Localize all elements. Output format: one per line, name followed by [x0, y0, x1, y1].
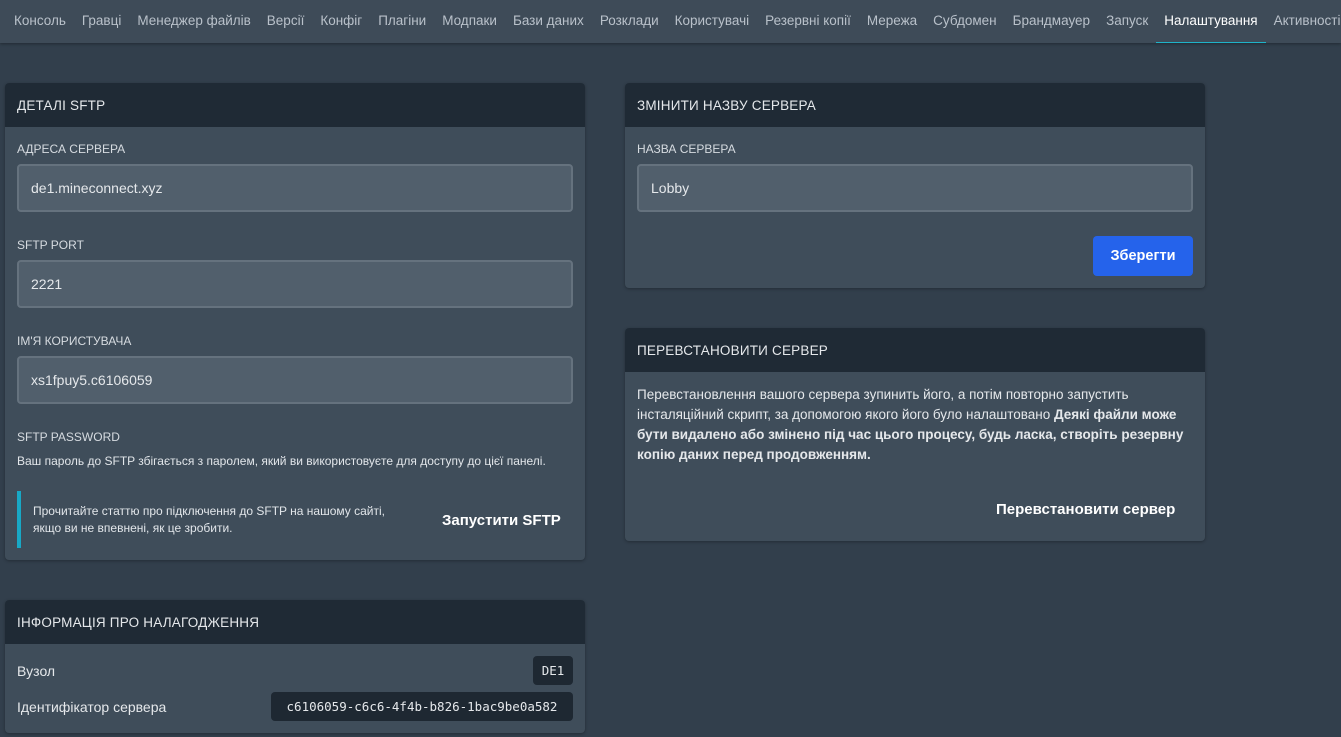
tab-8[interactable]: Розклади	[592, 0, 667, 43]
server-name-label: НАЗВА СЕРВЕРА	[637, 142, 736, 156]
server-address-field[interactable]: de1.mineconnect.xyz	[17, 164, 573, 212]
tab-1[interactable]: Гравці	[74, 0, 129, 43]
tab-12[interactable]: Субдомен	[925, 0, 1004, 43]
tab-13[interactable]: Брандмауер	[1005, 0, 1098, 43]
username-field[interactable]: xs1fpuy5.c6106059	[17, 356, 573, 404]
rename-card-title: ЗМІНИТИ НАЗВУ СЕРВЕРА	[625, 83, 1205, 127]
username-label: ІМ'Я КОРИСТУВАЧА	[17, 334, 132, 348]
top-navigation: Консоль Гравці Менеджер файлів Версії Конфіг…	[0, 0, 1341, 43]
tab-0[interactable]: Консоль	[0, 0, 74, 43]
sftp-callout-text: Прочитайте статтю про підключення до SFT…	[33, 503, 385, 535]
debug-card-title: ІНФОРМАЦІЯ ПРО НАЛАГОДЖЕННЯ	[5, 600, 585, 644]
server-name-value: Lobby	[651, 180, 690, 196]
server-name-input[interactable]: Lobby	[637, 164, 1193, 212]
rename-server-card: ЗМІНИТИ НАЗВУ СЕРВЕРА НАЗВА СЕРВЕРА Lobb…	[625, 83, 1205, 288]
tab-11[interactable]: Мережа	[859, 0, 925, 43]
sftp-card-title: ДЕТАЛІ SFTP	[5, 83, 585, 127]
save-button[interactable]: Зберегти	[1093, 236, 1193, 276]
tab-3[interactable]: Версії	[259, 0, 313, 43]
sftp-info-callout: Прочитайте статтю про підключення до SFT…	[17, 491, 397, 548]
tab-6[interactable]: Модпаки	[434, 0, 505, 43]
debug-info-card: ІНФОРМАЦІЯ ПРО НАЛАГОДЖЕННЯ Вузол DE1 Ід…	[5, 600, 585, 733]
username-value: xs1fpuy5.c6106059	[31, 372, 153, 388]
reinstall-server-card: ПЕРЕВСТАНОВИТИ СЕРВЕР Перевстановлення в…	[625, 328, 1205, 541]
node-badge: DE1	[533, 656, 573, 685]
reinstall-server-button[interactable]: Перевстановити сервер	[996, 501, 1175, 518]
server-address-label: АДРЕСА СЕРВЕРА	[17, 142, 126, 156]
tab-15[interactable]: Налаштування	[1156, 1, 1266, 43]
reinstall-warning-text: Перевстановлення вашого сервера зупинить…	[637, 385, 1189, 465]
reinstall-card-title: ПЕРЕВСТАНОВИТИ СЕРВЕР	[625, 328, 1205, 372]
tab-14[interactable]: Запуск	[1098, 0, 1156, 43]
tab-4[interactable]: Конфіг	[312, 0, 370, 43]
tab-9[interactable]: Користувачі	[667, 0, 758, 43]
launch-sftp-button[interactable]: Запустити SFTP	[442, 512, 561, 529]
sftp-password-label: SFTP PASSWORD	[17, 430, 120, 444]
sftp-password-help: Ваш пароль до SFTP збігається з паролем,…	[17, 454, 546, 468]
sftp-port-value: 2221	[31, 276, 63, 292]
server-id-label: Ідентифікатор сервера	[17, 699, 167, 715]
tab-7[interactable]: Бази даних	[505, 0, 592, 43]
tab-16[interactable]: Активності	[1266, 0, 1341, 43]
tab-5[interactable]: Плагіни	[370, 0, 434, 43]
sftp-port-label: SFTP PORT	[17, 238, 84, 252]
tab-10[interactable]: Резервні копії	[757, 0, 859, 43]
tab-2[interactable]: Менеджер файлів	[129, 0, 258, 43]
server-id-badge: c6106059-c6c6-4f4b-b826-1bac9be0a582	[271, 692, 573, 721]
sftp-port-field[interactable]: 2221	[17, 260, 573, 308]
server-address-value: de1.mineconnect.xyz	[31, 180, 163, 196]
sftp-details-card: ДЕТАЛІ SFTP АДРЕСА СЕРВЕРА de1.mineconne…	[5, 83, 585, 560]
node-label: Вузол	[17, 663, 56, 679]
